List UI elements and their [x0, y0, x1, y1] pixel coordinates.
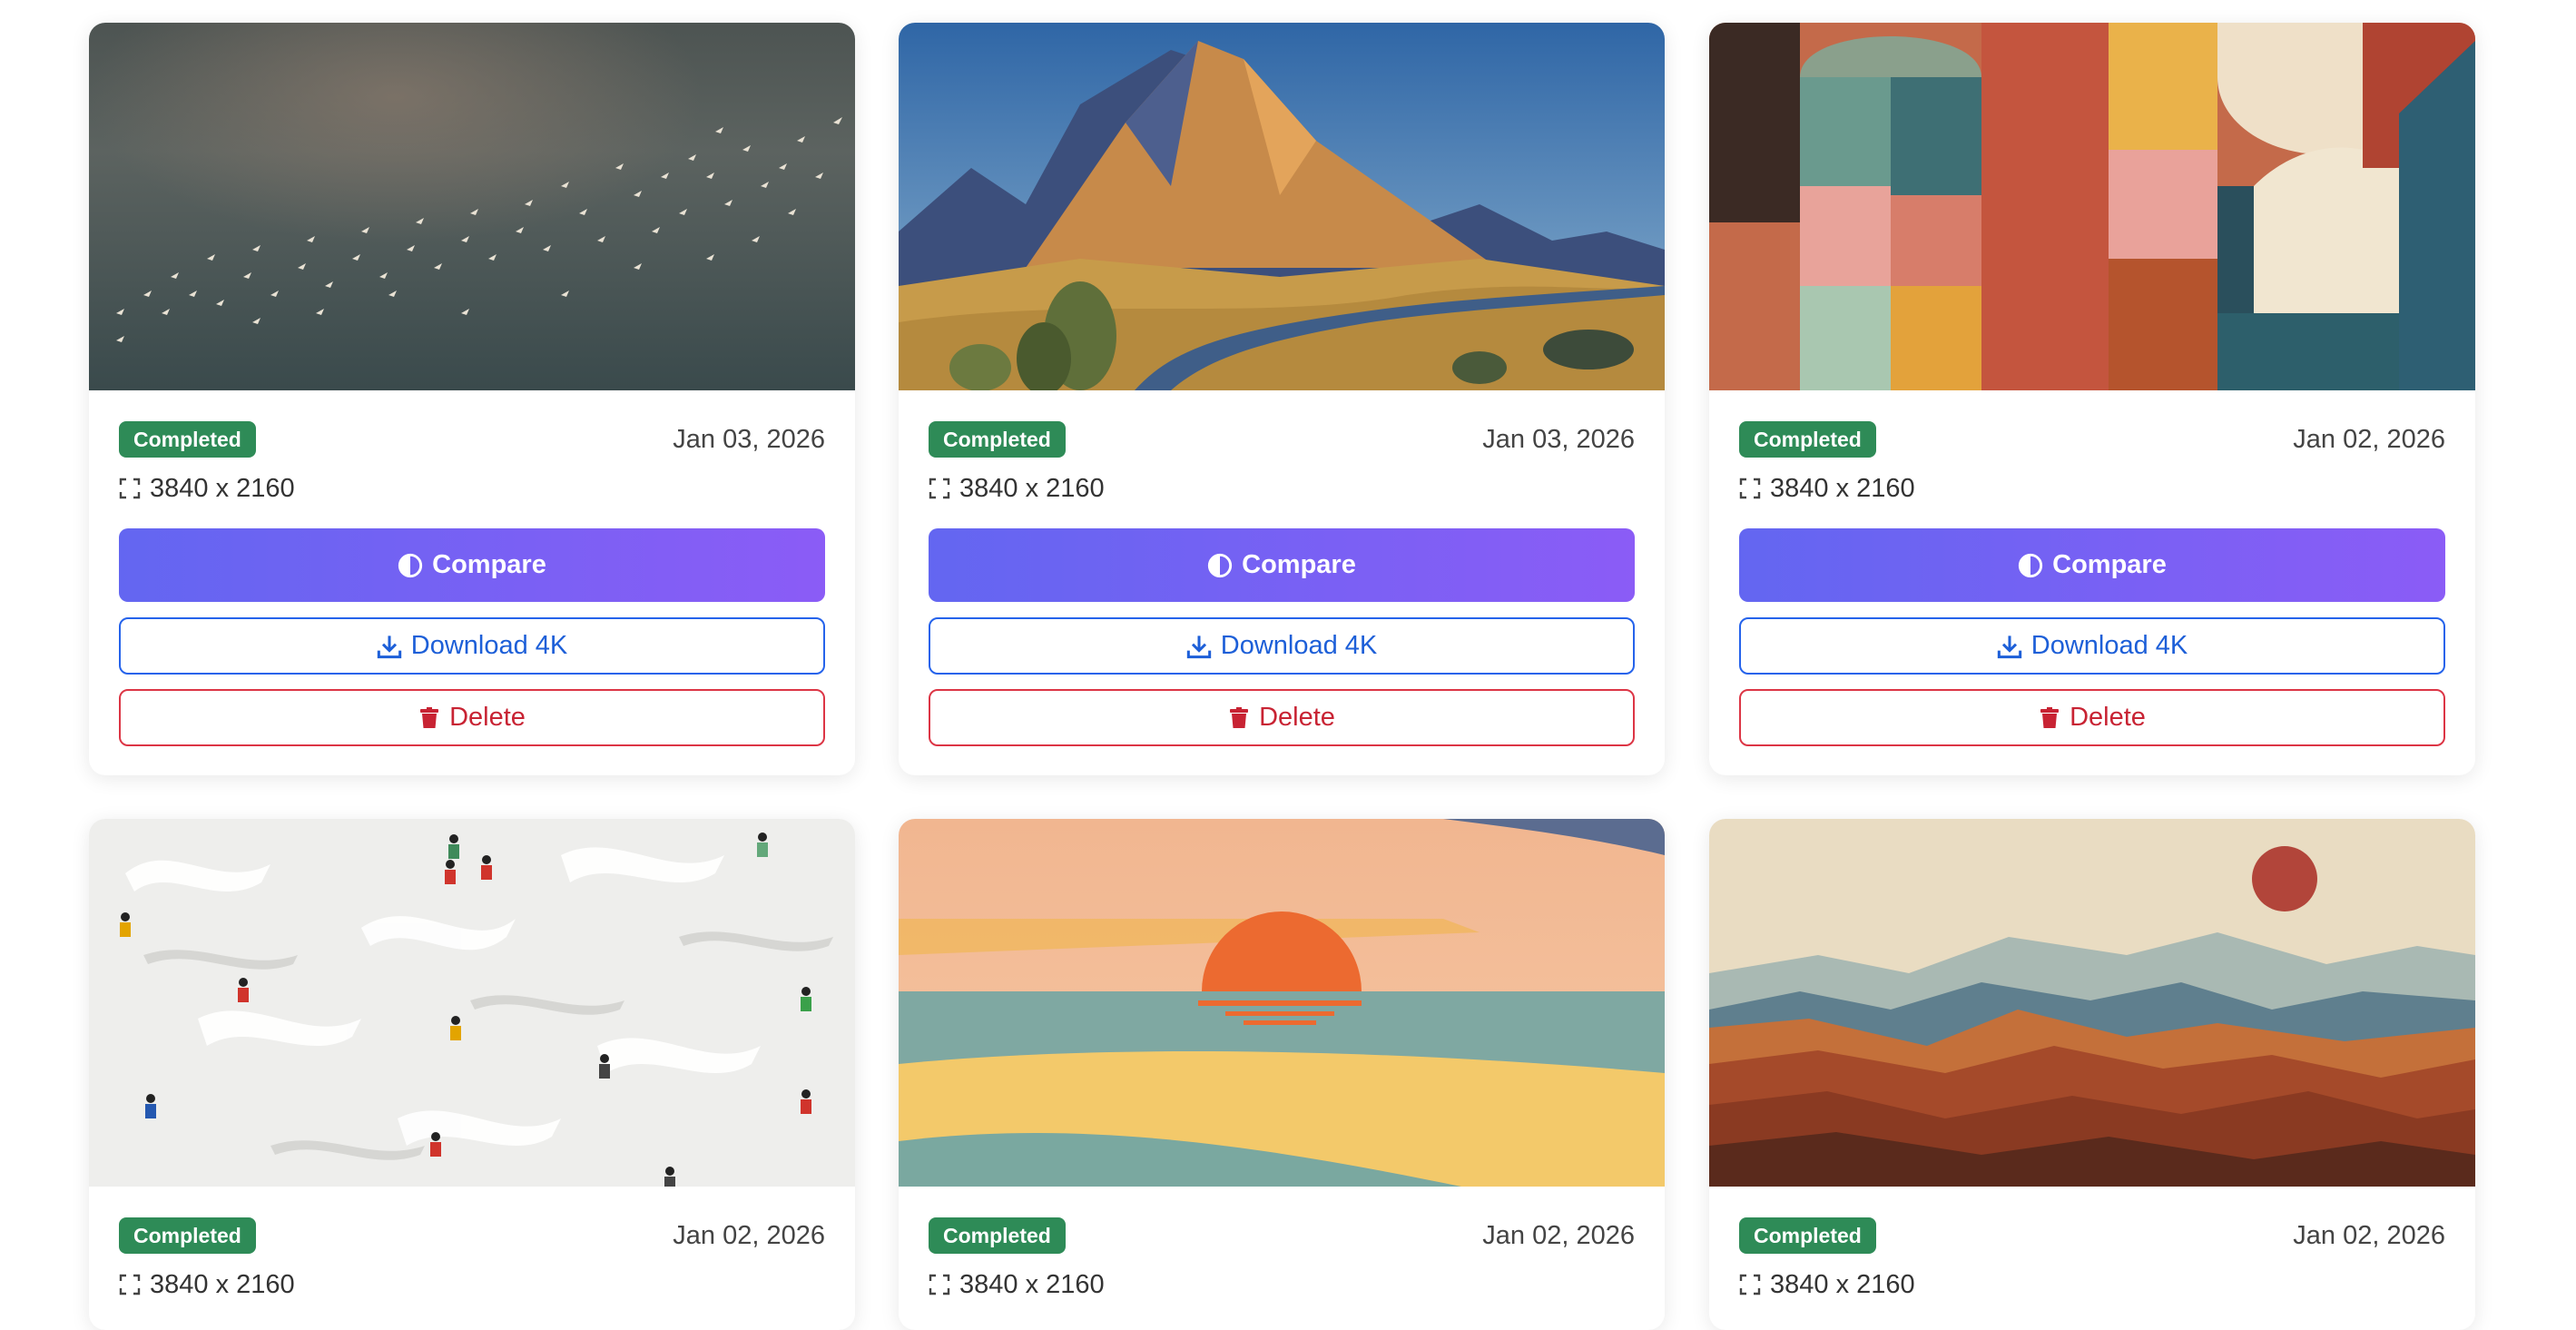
download-4k-button[interactable]: Download 4K [929, 617, 1635, 675]
date-label: Jan 02, 2026 [673, 1220, 825, 1250]
thumbnail-abstract[interactable] [1709, 23, 2475, 390]
fullscreen-icon [119, 1274, 141, 1296]
resolution-label: 3840 x 2160 [959, 1269, 1105, 1299]
download-label: Download 4K [2030, 631, 2188, 660]
status-badge: Completed [1739, 421, 1876, 458]
resolution: 3840 x 2160 [929, 472, 1635, 505]
status-badge: Completed [929, 421, 1066, 458]
resolution-label: 3840 x 2160 [150, 1269, 295, 1299]
image-card: Completed Jan 02, 2026 3840 x 2160 [1709, 819, 2475, 1330]
thumbnail-mountain[interactable] [899, 23, 1665, 390]
compare-button[interactable]: Compare [119, 528, 825, 602]
date-label: Jan 02, 2026 [1482, 1220, 1635, 1250]
resolution: 3840 x 2160 [119, 472, 825, 505]
resolution-label: 3840 x 2160 [1770, 473, 1915, 503]
status-badge: Completed [929, 1217, 1066, 1254]
resolution-label: 3840 x 2160 [959, 473, 1105, 503]
image-card: Completed Jan 02, 2026 3840 x 2160 Compa… [1709, 23, 2475, 775]
delete-button[interactable]: Delete [1739, 689, 2445, 746]
resolution-label: 3840 x 2160 [1770, 1269, 1915, 1299]
fullscreen-icon [119, 478, 141, 499]
date-label: Jan 03, 2026 [673, 424, 825, 454]
download-4k-button[interactable]: Download 4K [119, 617, 825, 675]
delete-button[interactable]: Delete [929, 689, 1635, 746]
delete-button[interactable]: Delete [119, 689, 825, 746]
compare-label: Compare [432, 550, 546, 579]
download-label: Download 4K [410, 631, 568, 660]
fullscreen-icon [929, 478, 950, 499]
status-badge: Completed [119, 1217, 256, 1254]
download-4k-button[interactable]: Download 4K [1739, 617, 2445, 675]
fullscreen-icon [929, 1274, 950, 1296]
half-circle-icon [1207, 553, 1233, 578]
trash-icon [418, 705, 440, 731]
compare-label: Compare [2052, 550, 2167, 579]
date-label: Jan 02, 2026 [2293, 1220, 2445, 1250]
thumbnail-layered-mountains[interactable] [1709, 819, 2475, 1187]
trash-icon [1228, 705, 1250, 731]
delete-label: Delete [449, 703, 526, 732]
thumbnail-skiers[interactable] [89, 819, 855, 1187]
half-circle-icon [398, 553, 423, 578]
download-label: Download 4K [1220, 631, 1378, 660]
image-card: Completed Jan 03, 2026 3840 x 2160 Compa… [89, 23, 855, 775]
download-icon [377, 634, 402, 659]
date-label: Jan 02, 2026 [2293, 424, 2445, 454]
compare-label: Compare [1242, 550, 1356, 579]
delete-label: Delete [2070, 703, 2146, 732]
thumbnail-sunset[interactable] [899, 819, 1665, 1187]
image-card: Completed Jan 02, 2026 3840 x 2160 [899, 819, 1665, 1330]
compare-button[interactable]: Compare [1739, 528, 2445, 602]
trash-icon [2039, 705, 2060, 731]
image-card: Completed Jan 03, 2026 3840 x 2160 Compa… [899, 23, 1665, 775]
half-circle-icon [2018, 553, 2043, 578]
fullscreen-icon [1739, 1274, 1761, 1296]
download-icon [1186, 634, 1212, 659]
date-label: Jan 03, 2026 [1482, 424, 1635, 454]
resolution-label: 3840 x 2160 [150, 473, 295, 503]
resolution: 3840 x 2160 [1739, 472, 2445, 505]
status-badge: Completed [1739, 1217, 1876, 1254]
image-card: Completed Jan 02, 2026 3840 x 2160 [89, 819, 855, 1330]
delete-label: Delete [1259, 703, 1335, 732]
status-badge: Completed [119, 421, 256, 458]
thumbnail-birds[interactable] [89, 23, 855, 390]
compare-button[interactable]: Compare [929, 528, 1635, 602]
fullscreen-icon [1739, 478, 1761, 499]
download-icon [1997, 634, 2022, 659]
